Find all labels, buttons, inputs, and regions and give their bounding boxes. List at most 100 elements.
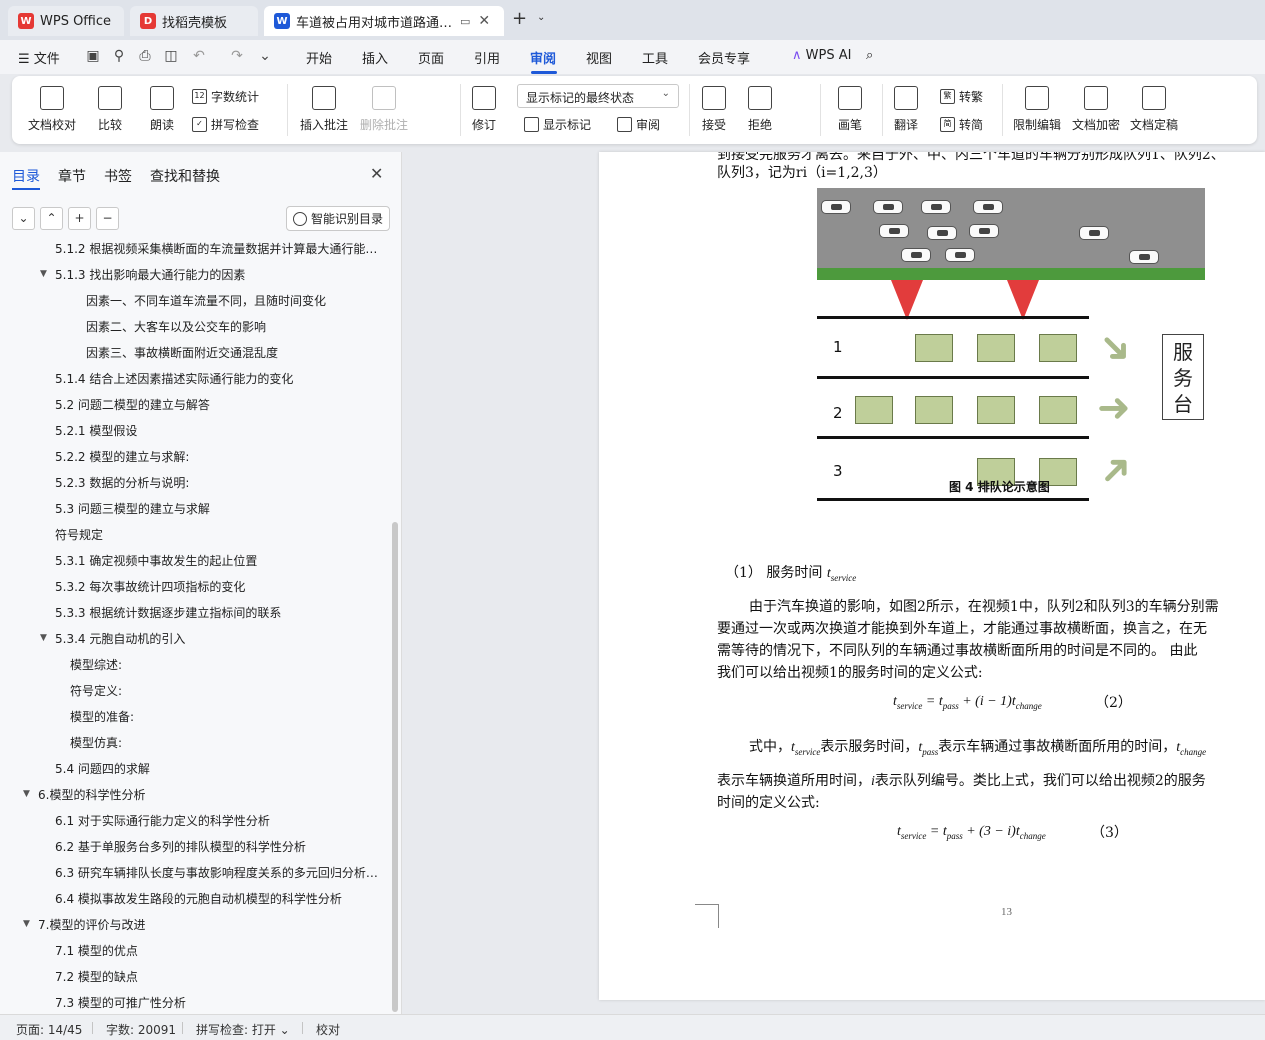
menu-member[interactable]: 会员专享 — [698, 48, 750, 67]
ribbon-separator — [882, 84, 883, 136]
toc-item[interactable]: 5.1.2 根据视频采集横断面的车流量数据并计算最大通行能… — [55, 240, 380, 258]
finalize-button[interactable]: 文档定稿 — [1130, 86, 1178, 133]
tab-document[interactable]: W 车道被占用对城市道路通行能 ▭ ✕ — [264, 6, 504, 36]
spell-check-button[interactable]: ✓ 拼写检查 — [192, 116, 259, 133]
save-icon[interactable]: ▣ — [84, 47, 102, 65]
new-tab-icon[interactable]: + — [512, 8, 527, 29]
read-aloud-button[interactable]: 朗读 — [150, 86, 174, 133]
toc-item[interactable]: 5.3.2 每次事故统计四项指标的变化 — [55, 578, 380, 596]
toc-item[interactable]: 7.模型的评价与改进 — [38, 916, 380, 934]
spell-check-status: 拼写检查: 打开 — [196, 1023, 276, 1037]
ribbon-separator — [820, 84, 821, 136]
smart-toc-button[interactable]: 智能识别目录 — [286, 206, 390, 231]
menu-file[interactable]: ☰ 文件 — [18, 48, 60, 67]
toc-item[interactable]: 5.3.1 确定视频中事故发生的起止位置 — [55, 552, 380, 570]
toc-item[interactable]: 6.模型的科学性分析 — [38, 786, 380, 804]
toc-item[interactable]: 5.3 问题三模型的建立与求解 — [55, 500, 380, 518]
document-page[interactable]: 到接受完服务才离去。来自于外、中、内三个车道的车辆分别形成队列1、队列2、 队列… — [599, 152, 1265, 1000]
spell-check-indicator[interactable]: 拼写检查: 打开 ⌄ — [196, 1021, 290, 1038]
menu-insert[interactable]: 插入 — [362, 48, 388, 67]
service-desk-char: 台 — [1173, 392, 1193, 416]
expand-caret-icon[interactable]: ▼ — [40, 269, 47, 279]
tab-docer[interactable]: D 找稻壳模板 — [130, 6, 258, 36]
doc-check-button[interactable]: 文档校对 — [28, 86, 76, 133]
toc-item[interactable]: 5.2.1 模型假设 — [55, 422, 380, 440]
insert-comment-button[interactable]: 插入批注 — [300, 86, 348, 133]
close-icon[interactable]: ✕ — [478, 13, 490, 29]
proof-indicator[interactable]: 校对 — [316, 1021, 340, 1038]
expand-caret-icon[interactable]: ▼ — [40, 633, 47, 643]
toc-item[interactable]: 5.1.4 结合上述因素描述实际通行能力的变化 — [55, 370, 380, 388]
toc-item[interactable]: 模型的准备: — [70, 708, 380, 726]
delete-comment-button[interactable]: 删除批注 — [360, 86, 408, 133]
toc-item[interactable]: 5.2.3 数据的分析与说明: — [55, 474, 380, 492]
toc-item[interactable]: 因素二、大客车以及公交车的影响 — [86, 318, 380, 336]
chevron-down-icon: ⌄ — [661, 88, 670, 99]
menu-page[interactable]: 页面 — [418, 48, 444, 67]
redo-icon[interactable]: ↷ — [228, 47, 246, 65]
tab-wps-office[interactable]: W WPS Office — [8, 6, 124, 36]
monitor-icon[interactable]: ▭ — [460, 15, 470, 28]
toc-item[interactable]: 因素三、事故横断面附近交通混乱度 — [86, 344, 380, 362]
review-pane-button[interactable]: 审阅 — [617, 116, 660, 133]
toc-item[interactable]: 模型仿真: — [70, 734, 380, 752]
pen-button[interactable]: 画笔 — [838, 86, 862, 133]
compare-button[interactable]: 比较 — [98, 86, 122, 133]
toc-item[interactable]: 5.4 问题四的求解 — [55, 760, 380, 778]
to-traditional-button[interactable]: 繁 转繁 — [940, 88, 983, 105]
toc-item[interactable]: 5.1.3 找出影响最大通行能力的因素 — [55, 266, 380, 284]
nav-tab-toc[interactable]: 目录 — [12, 166, 40, 186]
toc-item[interactable]: 因素一、不同车道车流量不同，且随时间变化 — [86, 292, 380, 310]
translate-button[interactable]: 翻译 — [894, 86, 918, 133]
chevron-down-icon[interactable]: ⌄ — [537, 12, 545, 23]
toc-item[interactable]: 5.3.3 根据统计数据逐步建立指标间的联系 — [55, 604, 380, 622]
toc-item[interactable]: 7.3 模型的可推广性分析 — [55, 994, 380, 1012]
word-count-button[interactable]: 12 字数统计 — [192, 88, 259, 105]
toc-item[interactable]: 6.2 基于单服务台多列的排队模型的科学性分析 — [55, 838, 380, 856]
toc-item[interactable]: 6.1 对于实际通行能力定义的科学性分析 — [55, 812, 380, 830]
menu-view[interactable]: 视图 — [586, 48, 612, 67]
track-changes-button[interactable]: 修订 — [472, 86, 496, 133]
expand-caret-icon[interactable]: ▼ — [23, 919, 30, 929]
toc-item[interactable]: 模型综述: — [70, 656, 380, 674]
accept-button[interactable]: 接受 — [702, 86, 726, 133]
toc-item[interactable]: 5.3.4 元胞自动机的引入 — [55, 630, 380, 648]
toc-item[interactable]: 5.2 问题二模型的建立与解答 — [55, 396, 380, 414]
scrollbar[interactable] — [392, 522, 398, 1012]
toc-item[interactable]: 符号规定 — [55, 526, 380, 544]
chevron-down-icon[interactable]: ⌄ — [256, 47, 274, 65]
toc-item[interactable]: 符号定义: — [70, 682, 380, 700]
nav-tab-chapter[interactable]: 章节 — [58, 166, 86, 186]
menu-wps-ai[interactable]: ∧ WPS AI — [792, 48, 851, 63]
expand-all-button[interactable]: + — [68, 207, 91, 230]
toc-item[interactable]: 6.4 模拟事故发生路段的元胞自动机模型的科学性分析 — [55, 890, 380, 908]
menu-review[interactable]: 审阅 — [530, 48, 556, 67]
toc-item[interactable]: 6.3 研究车辆排队长度与事故影响程度关系的多元回归分析… — [55, 864, 380, 882]
menu-reference[interactable]: 引用 — [474, 48, 500, 67]
toc-item[interactable]: 7.2 模型的缺点 — [55, 968, 380, 986]
toc-item[interactable]: 7.1 模型的优点 — [55, 942, 380, 960]
toc-item[interactable]: 5.2.2 模型的建立与求解: — [55, 448, 380, 466]
collapse-down-button[interactable]: ⌄ — [12, 207, 35, 230]
collapse-all-button[interactable]: − — [96, 207, 119, 230]
show-markup-button[interactable]: 显示标记 — [524, 116, 591, 133]
restrict-edit-button[interactable]: 限制编辑 — [1013, 86, 1061, 133]
link-icon[interactable]: ⚲ — [110, 47, 128, 65]
to-simplified-button[interactable]: 简 转简 — [940, 116, 983, 133]
print-icon[interactable]: ⎙ — [136, 47, 154, 65]
reject-button[interactable]: 拒绝 — [748, 86, 772, 133]
search-icon[interactable]: ⌕ — [866, 48, 873, 63]
collapse-up-button[interactable]: ⌃ — [40, 207, 63, 230]
menu-tools[interactable]: 工具 — [642, 48, 668, 67]
nav-tab-bookmark[interactable]: 书签 — [104, 166, 132, 186]
encrypt-button[interactable]: 文档加密 — [1072, 86, 1120, 133]
page-indicator[interactable]: 页面: 14/45 — [16, 1021, 82, 1038]
undo-icon[interactable]: ↶ — [190, 47, 208, 65]
print-preview-icon[interactable]: ◫ — [162, 47, 180, 65]
word-count-indicator[interactable]: 字数: 20091 — [106, 1021, 176, 1038]
markup-state-select[interactable]: 显示标记的最终状态 ⌄ — [517, 84, 679, 108]
nav-tab-find-replace[interactable]: 查找和替换 — [150, 166, 220, 186]
expand-caret-icon[interactable]: ▼ — [23, 789, 30, 799]
menu-home[interactable]: 开始 — [306, 48, 332, 67]
close-icon[interactable]: ✕ — [370, 164, 383, 183]
